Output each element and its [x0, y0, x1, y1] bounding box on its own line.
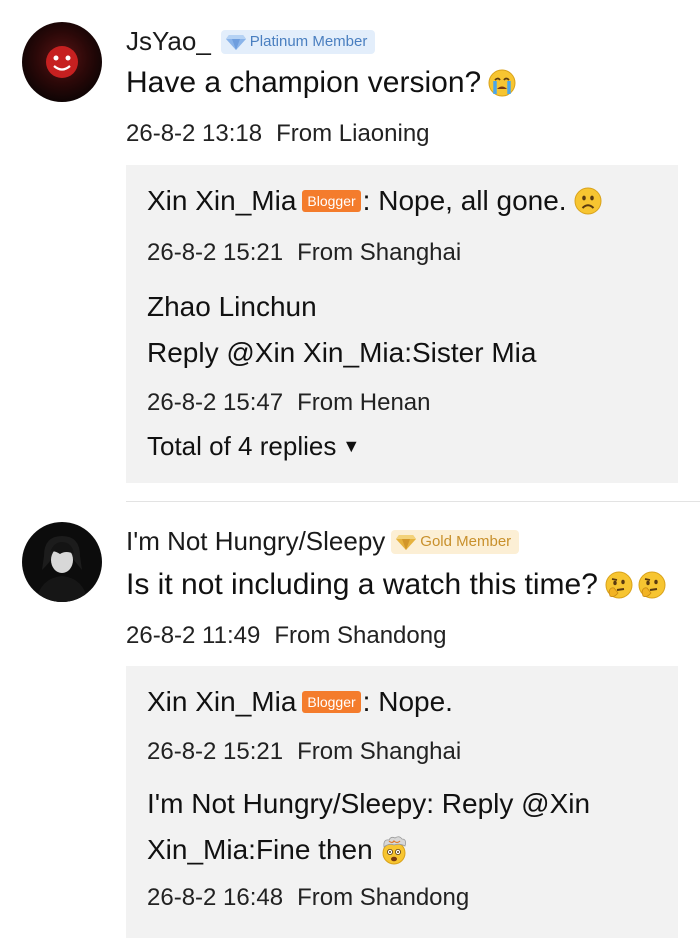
reply-meta: 26-8-2 15:47 From Henan — [147, 389, 431, 416]
reply-author[interactable]: Xin Xin_Mia — [147, 686, 296, 718]
reply-text: : Nope, all gone. — [362, 185, 567, 216]
comment-username[interactable]: JsYao_ Platinum Member — [126, 26, 376, 57]
comment-meta: 26-8-2 11:49 From Shandong — [126, 622, 446, 650]
reply-text: : Nope. — [362, 686, 453, 717]
thinking-face-icon — [637, 570, 667, 600]
comment-location: From Liaoning — [276, 120, 430, 147]
avatar[interactable] — [22, 522, 102, 602]
member-badge: Platinum Member — [220, 29, 376, 54]
comment-time: 26-8-2 13:18 — [126, 120, 263, 147]
crying-face-icon — [487, 68, 517, 98]
comment-time: 26-8-2 11:49 — [126, 622, 261, 649]
avatar-image — [22, 22, 102, 102]
diamond-icon — [396, 534, 417, 550]
blogger-badge: Blogger — [302, 190, 361, 212]
more-replies-link[interactable]: Total of 4 replies ▼ — [147, 431, 360, 462]
reply-item: Xin Xin_Mia Blogger : Nope. — [147, 686, 453, 718]
reply-text: Xin_Mia:Fine then — [147, 834, 409, 866]
member-badge: Gold Member — [391, 529, 520, 554]
exploding-head-icon — [379, 835, 409, 865]
reply-text: Reply @Xin Xin_Mia:Sister Mia — [147, 337, 537, 368]
reply-author[interactable]: Zhao Linchun — [147, 291, 317, 323]
avatar-image — [22, 522, 102, 602]
reply-item: Xin Xin_Mia Blogger : Nope, all gone. — [147, 185, 603, 217]
comment-location: From Shandong — [274, 622, 447, 649]
reply-box[interactable]: Xin Xin_Mia Blogger : Nope, all gone. 26… — [126, 165, 678, 483]
reply-box[interactable]: Xin Xin_Mia Blogger : Nope. 26-8-2 15:21… — [126, 666, 678, 938]
thinking-face-icon — [604, 570, 634, 600]
blogger-badge: Blogger — [302, 691, 361, 713]
reply-meta: 26-8-2 16:48 From Shandong — [147, 884, 470, 911]
comment-meta: 26-8-2 13:18 From Liaoning — [126, 120, 430, 148]
avatar[interactable] — [22, 22, 102, 102]
username-text[interactable]: JsYao_ — [126, 26, 211, 57]
reply-meta: 26-8-2 15:21 From Shanghai — [147, 239, 462, 266]
frowning-face-icon — [573, 186, 603, 216]
diamond-icon — [225, 34, 246, 50]
triangle-down-icon: ▼ — [342, 436, 361, 456]
username-text[interactable]: I'm Not Hungry/Sleepy — [126, 526, 385, 557]
comment-username[interactable]: I'm Not Hungry/Sleepy Gold Member — [126, 526, 520, 557]
comment-item: JsYao_ Platinum Member Have a champion v… — [0, 0, 700, 500]
comment-text: Have a champion version? — [126, 66, 517, 100]
comment-item: I'm Not Hungry/Sleepy Gold Member Is it … — [0, 502, 700, 938]
reply-text: I'm Not Hungry/Sleepy: Reply @Xin — [147, 788, 591, 819]
comment-text: Is it not including a watch this time? — [126, 568, 667, 602]
reply-author[interactable]: Xin Xin_Mia — [147, 185, 296, 217]
reply-meta: 26-8-2 15:21 From Shanghai — [147, 738, 462, 765]
